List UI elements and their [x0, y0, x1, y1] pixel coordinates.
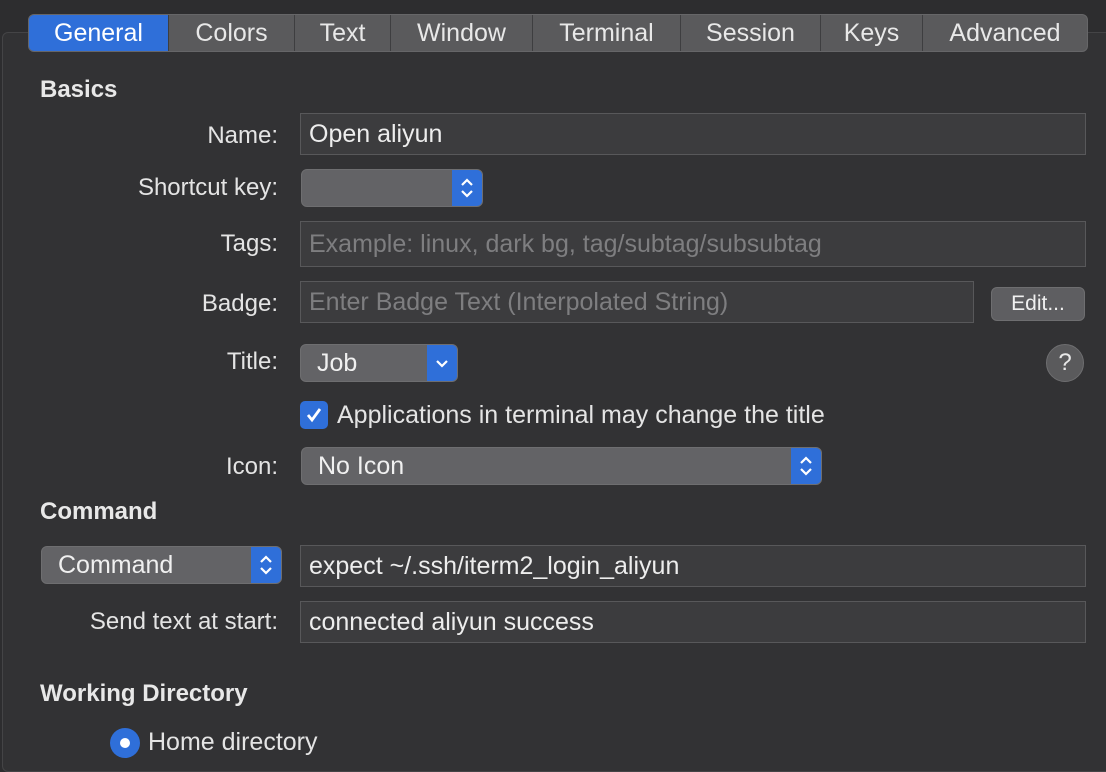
tab-window[interactable]: Window	[391, 15, 533, 51]
home-directory-label[interactable]: Home directory	[148, 728, 318, 757]
basics-section-title: Basics	[40, 76, 118, 103]
shortcut-key-popup[interactable]	[301, 169, 483, 207]
command-section-title: Command	[40, 498, 158, 525]
name-label: Name:	[207, 122, 278, 149]
shortcut-key-label: Shortcut key:	[137, 174, 278, 201]
chevron-down-icon	[427, 345, 457, 381]
command-field[interactable]: expect ~/.ssh/iterm2_login_aliyun	[300, 545, 1086, 587]
apps-change-title-checkbox[interactable]	[300, 401, 328, 429]
badge-label: Badge:	[201, 290, 278, 317]
tags-field[interactable]: Example: linux, dark bg, tag/subtag/subs…	[300, 221, 1086, 267]
tab-terminal[interactable]: Terminal	[533, 15, 681, 51]
tab-text[interactable]: Text	[295, 15, 391, 51]
badge-edit-button[interactable]: Edit...	[991, 287, 1085, 321]
send-text-label: Send text at start:	[89, 608, 278, 635]
radio-dot-icon	[120, 738, 130, 748]
stepper-icon	[251, 547, 281, 583]
title-value: Job	[317, 348, 358, 377]
working-directory-section-title: Working Directory	[40, 680, 248, 707]
command-type-popup[interactable]: Command	[41, 546, 282, 584]
stepper-icon	[791, 448, 821, 484]
icon-label: Icon:	[225, 453, 278, 480]
help-button[interactable]: ?	[1046, 344, 1084, 382]
checkmark-icon	[306, 408, 322, 423]
tags-label: Tags:	[220, 230, 278, 257]
name-field[interactable]: Open aliyun	[300, 113, 1086, 155]
tab-advanced[interactable]: Advanced	[923, 15, 1087, 51]
tab-keys[interactable]: Keys	[821, 15, 923, 51]
icon-value: No Icon	[318, 451, 405, 480]
tab-session[interactable]: Session	[681, 15, 821, 51]
command-type-value: Command	[58, 550, 174, 579]
tab-bar: General Colors Text Window Terminal Sess…	[28, 14, 1088, 52]
badge-field[interactable]: Enter Badge Text (Interpolated String)	[300, 281, 974, 323]
apps-change-title-label[interactable]: Applications in terminal may change the …	[337, 401, 825, 430]
stepper-icon	[452, 170, 482, 206]
home-directory-radio[interactable]	[110, 728, 140, 758]
title-label: Title:	[226, 348, 278, 375]
tab-general[interactable]: General	[29, 15, 169, 51]
title-popup[interactable]: Job	[300, 344, 458, 382]
icon-popup[interactable]: No Icon	[301, 447, 822, 485]
send-text-field[interactable]: connected aliyun success	[300, 601, 1086, 643]
tab-colors[interactable]: Colors	[169, 15, 295, 51]
